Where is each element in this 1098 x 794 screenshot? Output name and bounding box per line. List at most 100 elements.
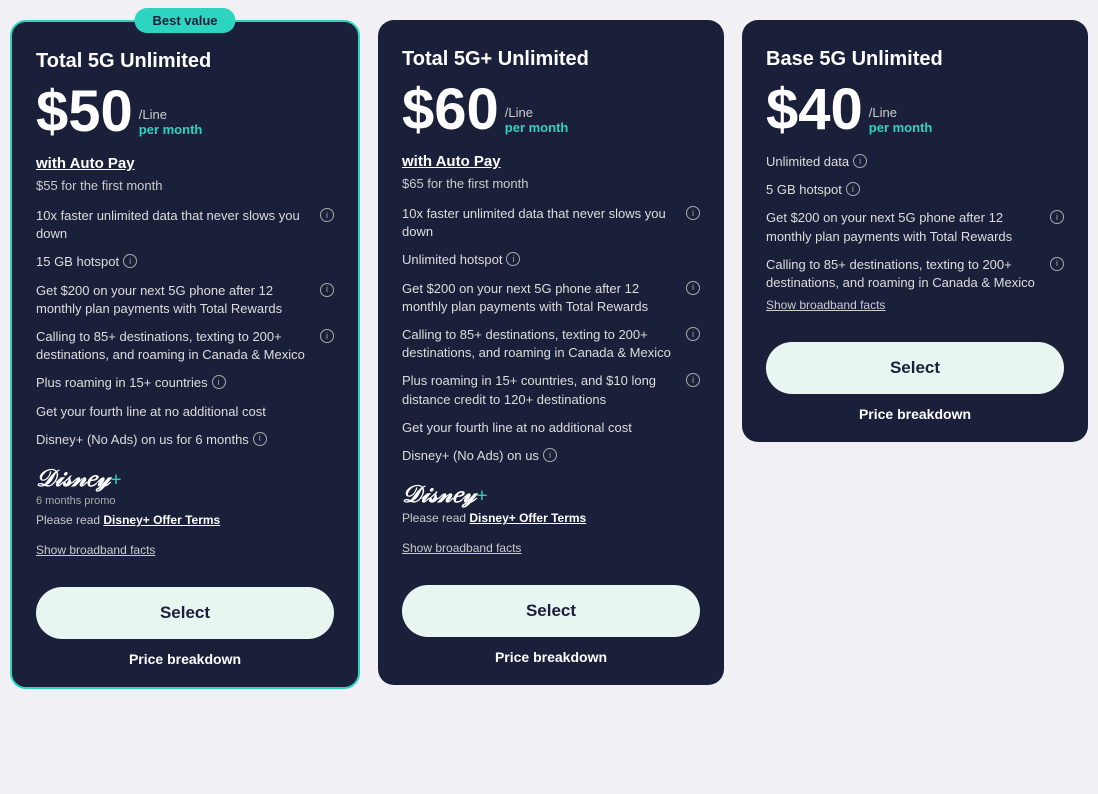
price-breakdown-link[interactable]: Price breakdown: [766, 406, 1064, 422]
info-icon[interactable]: i: [320, 208, 334, 222]
plan-name: Total 5G+ Unlimited: [402, 48, 700, 71]
disney-section: 𝒟𝒾𝓈𝓃𝑒𝓎+ 6 months promo Please read Disne…: [36, 457, 334, 537]
price-row: $50 /Line per month: [36, 83, 334, 141]
first-month-text: $55 for the first month: [36, 178, 334, 193]
first-month-text: $65 for the first month: [402, 176, 700, 191]
per-month: per month: [139, 122, 203, 137]
feature-item: Get your fourth line at no additional co…: [402, 419, 700, 437]
info-icon[interactable]: i: [686, 373, 700, 387]
feature-item: Unlimited data i: [766, 153, 1064, 171]
feature-item: 15 GB hotspot i: [36, 253, 334, 271]
features-list: 10x faster unlimited data that never slo…: [402, 205, 700, 465]
broadband-facts-link[interactable]: Show broadband facts: [766, 298, 1064, 312]
per-line: /Line: [869, 105, 933, 120]
feature-item: Plus roaming in 15+ countries i: [36, 374, 334, 392]
feature-item: Get $200 on your next 5G phone after 12 …: [402, 280, 700, 316]
disney-section: 𝒟𝒾𝓈𝓃𝑒𝓎+ Please read Disney+ Offer Terms: [402, 473, 700, 535]
price-breakdown-link[interactable]: Price breakdown: [402, 649, 700, 665]
autopay-label: with Auto Pay: [402, 153, 700, 170]
per-line: /Line: [139, 107, 203, 122]
feature-text: Disney+ (No Ads) on us for 6 months: [36, 431, 249, 449]
disney-logo: 𝒟𝒾𝓈𝓃𝑒𝓎+: [36, 467, 334, 491]
info-icon[interactable]: i: [686, 206, 700, 220]
feature-text: Calling to 85+ destinations, texting to …: [766, 256, 1046, 292]
features-list: Unlimited data i 5 GB hotspot i Get $200…: [766, 153, 1064, 292]
info-icon[interactable]: i: [686, 281, 700, 295]
plan-name: Base 5G Unlimited: [766, 48, 1064, 71]
feature-text: Plus roaming in 15+ countries: [36, 374, 208, 392]
price-amount: $50: [36, 83, 133, 141]
feature-text: Get your fourth line at no additional co…: [402, 419, 632, 437]
info-icon[interactable]: i: [1050, 257, 1064, 271]
feature-text: 10x faster unlimited data that never slo…: [36, 207, 316, 243]
feature-item: Get $200 on your next 5G phone after 12 …: [36, 282, 334, 318]
price-meta: /Line per month: [139, 107, 203, 141]
info-icon[interactable]: i: [253, 432, 267, 446]
feature-text: Get $200 on your next 5G phone after 12 …: [36, 282, 316, 318]
feature-text: Calling to 85+ destinations, texting to …: [36, 328, 316, 364]
feature-item: Disney+ (No Ads) on us for 6 months i: [36, 431, 334, 449]
plan-card-total-5g: Best valueTotal 5G Unlimited $50 /Line p…: [10, 20, 360, 689]
feature-item: Get your fourth line at no additional co…: [36, 403, 334, 421]
feature-item: 5 GB hotspot i: [766, 181, 1064, 199]
feature-item: Calling to 85+ destinations, texting to …: [766, 256, 1064, 292]
broadband-facts-link[interactable]: Show broadband facts: [402, 541, 700, 555]
plan-name: Total 5G Unlimited: [36, 50, 334, 73]
price-meta: /Line per month: [869, 105, 933, 139]
feature-text: Unlimited hotspot: [402, 251, 502, 269]
info-icon[interactable]: i: [212, 375, 226, 389]
feature-text: 10x faster unlimited data that never slo…: [402, 205, 682, 241]
broadband-facts-link[interactable]: Show broadband facts: [36, 543, 334, 557]
plan-cards-container: Best valueTotal 5G Unlimited $50 /Line p…: [10, 20, 1088, 689]
offer-terms: Please read Disney+ Offer Terms: [36, 513, 334, 527]
per-month: per month: [869, 120, 933, 135]
feature-item: 10x faster unlimited data that never slo…: [36, 207, 334, 243]
plan-card-total-5g-plus: Total 5G+ Unlimited $60 /Line per month …: [378, 20, 724, 685]
info-icon[interactable]: i: [846, 182, 860, 196]
info-icon[interactable]: i: [320, 329, 334, 343]
feature-text: Get $200 on your next 5G phone after 12 …: [766, 209, 1046, 245]
feature-item: Calling to 85+ destinations, texting to …: [36, 328, 334, 364]
info-icon[interactable]: i: [543, 448, 557, 462]
disney-wordmark: 𝒟𝒾𝓈𝓃𝑒𝓎+: [402, 483, 488, 507]
select-button[interactable]: Select: [36, 587, 334, 639]
price-row: $40 /Line per month: [766, 81, 1064, 139]
info-icon[interactable]: i: [853, 154, 867, 168]
info-icon[interactable]: i: [506, 252, 520, 266]
price-breakdown-link[interactable]: Price breakdown: [36, 651, 334, 667]
feature-item: Plus roaming in 15+ countries, and $10 l…: [402, 372, 700, 408]
price-amount: $40: [766, 81, 863, 139]
feature-text: Get your fourth line at no additional co…: [36, 403, 266, 421]
feature-text: Calling to 85+ destinations, texting to …: [402, 326, 682, 362]
autopay-label: with Auto Pay: [36, 155, 334, 172]
info-icon[interactable]: i: [1050, 210, 1064, 224]
offer-terms: Please read Disney+ Offer Terms: [402, 511, 700, 525]
feature-text: Disney+ (No Ads) on us: [402, 447, 539, 465]
feature-item: Get $200 on your next 5G phone after 12 …: [766, 209, 1064, 245]
best-value-badge: Best value: [134, 8, 235, 33]
disney-wordmark: 𝒟𝒾𝓈𝓃𝑒𝓎+: [36, 467, 122, 491]
feature-text: Get $200 on your next 5G phone after 12 …: [402, 280, 682, 316]
disney-offer-terms-link[interactable]: Disney+ Offer Terms: [103, 513, 220, 527]
select-button[interactable]: Select: [402, 585, 700, 637]
feature-item: Calling to 85+ destinations, texting to …: [402, 326, 700, 362]
feature-text: 5 GB hotspot: [766, 181, 842, 199]
plan-card-base-5g: Base 5G Unlimited $40 /Line per month Un…: [742, 20, 1088, 442]
feature-text: Unlimited data: [766, 153, 849, 171]
disney-offer-terms-link[interactable]: Disney+ Offer Terms: [469, 511, 586, 525]
per-month: per month: [505, 120, 569, 135]
feature-item: 10x faster unlimited data that never slo…: [402, 205, 700, 241]
per-line: /Line: [505, 105, 569, 120]
select-button[interactable]: Select: [766, 342, 1064, 394]
disney-logo: 𝒟𝒾𝓈𝓃𝑒𝓎+: [402, 483, 700, 507]
price-meta: /Line per month: [505, 105, 569, 139]
price-amount: $60: [402, 81, 499, 139]
info-icon[interactable]: i: [123, 254, 137, 268]
feature-text: 15 GB hotspot: [36, 253, 119, 271]
features-list: 10x faster unlimited data that never slo…: [36, 207, 334, 449]
feature-item: Disney+ (No Ads) on us i: [402, 447, 700, 465]
info-icon[interactable]: i: [686, 327, 700, 341]
feature-text: Plus roaming in 15+ countries, and $10 l…: [402, 372, 682, 408]
info-icon[interactable]: i: [320, 283, 334, 297]
disney-promo-text: 6 months promo: [36, 495, 334, 507]
